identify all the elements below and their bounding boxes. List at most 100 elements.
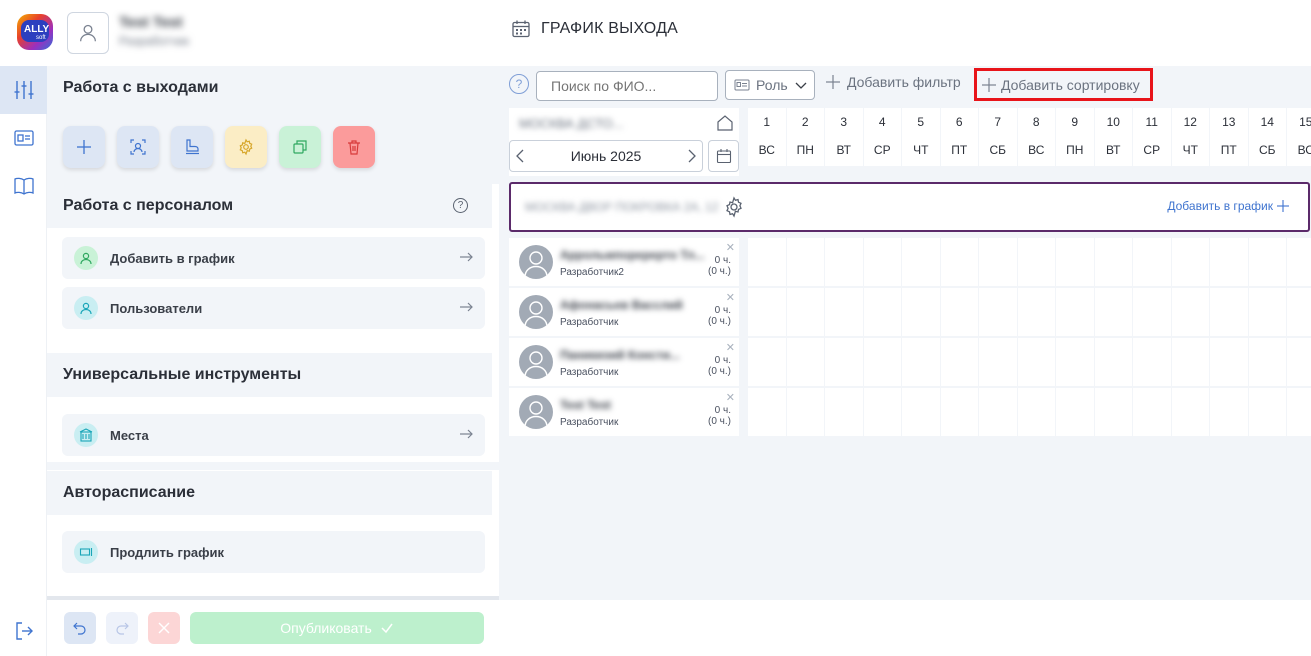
schedule-cell[interactable] (902, 388, 941, 436)
schedule-cell[interactable] (748, 338, 787, 386)
close-icon[interactable]: ✕ (726, 391, 735, 404)
add-to-schedule-link[interactable]: Добавить в график (1167, 199, 1290, 213)
schedule-cell[interactable] (1171, 338, 1210, 386)
schedule-cell[interactable] (1287, 238, 1311, 286)
schedule-cell[interactable] (979, 388, 1018, 436)
schedule-cell[interactable] (1017, 338, 1056, 386)
schedule-cell[interactable] (1133, 238, 1172, 286)
close-icon[interactable]: ✕ (726, 341, 735, 354)
user-avatar[interactable] (67, 12, 109, 54)
schedule-cell[interactable] (786, 288, 825, 336)
employee-row[interactable]: Аррольмпоререрто Тл... Разработчик2 ✕ 0 ч.(… (509, 238, 739, 286)
select-people-button[interactable] (117, 126, 159, 168)
day-column-header[interactable]: 11 СР (1133, 108, 1172, 166)
schedule-cell[interactable] (940, 338, 979, 386)
schedule-cell[interactable] (902, 288, 941, 336)
schedule-cell[interactable] (1287, 388, 1311, 436)
chevron-right-icon[interactable] (684, 148, 698, 164)
search-input[interactable] (536, 71, 718, 101)
day-column-header[interactable]: 15 ВС (1287, 108, 1311, 166)
schedule-cell[interactable] (979, 288, 1018, 336)
day-column-header[interactable]: 12 ЧТ (1171, 108, 1210, 166)
chevron-left-icon[interactable] (514, 148, 528, 164)
schedule-cell[interactable] (1133, 388, 1172, 436)
schedule-cell[interactable] (825, 388, 864, 436)
day-column-header[interactable]: 10 ВТ (1094, 108, 1133, 166)
schedule-cell[interactable] (902, 238, 941, 286)
add-exit-button[interactable] (63, 126, 105, 168)
schedule-cell[interactable] (1171, 388, 1210, 436)
cancel-button[interactable] (148, 612, 180, 644)
schedule-cell[interactable] (979, 238, 1018, 286)
schedule-cell[interactable] (1287, 288, 1311, 336)
day-column-header[interactable]: 2 ПН (786, 108, 825, 166)
day-column-header[interactable]: 13 ПТ (1210, 108, 1249, 166)
schedule-cell[interactable] (1017, 288, 1056, 336)
schedule-cell[interactable] (1248, 338, 1287, 386)
places-item[interactable]: Места (62, 414, 485, 456)
schedule-cell[interactable] (1171, 238, 1210, 286)
schedule-cell[interactable] (825, 338, 864, 386)
schedule-cell[interactable] (863, 238, 902, 286)
schedule-cell[interactable] (786, 238, 825, 286)
day-column-header[interactable]: 14 СБ (1248, 108, 1287, 166)
schedule-cell[interactable] (940, 288, 979, 336)
employee-row[interactable]: Афонасьев Васслий Разработчик ✕ 0 ч. (0 ч.) (509, 288, 739, 336)
add-sort-button[interactable]: Добавить сортировку (974, 68, 1153, 101)
publish-button[interactable]: Опубликовать (190, 612, 484, 644)
schedule-cell[interactable] (1210, 388, 1249, 436)
schedule-cell[interactable] (863, 388, 902, 436)
day-column-header[interactable]: 7 СБ (979, 108, 1018, 166)
schedule-cell[interactable] (1056, 288, 1095, 336)
schedule-cell[interactable] (863, 288, 902, 336)
schedule-cell[interactable] (902, 338, 941, 386)
schedule-cell[interactable] (1056, 388, 1095, 436)
schedule-cell[interactable] (786, 338, 825, 386)
schedule-cell[interactable] (940, 388, 979, 436)
schedule-cell[interactable] (1248, 388, 1287, 436)
role-filter-dropdown[interactable]: Роль (725, 70, 815, 100)
rail-settings-sliders[interactable] (0, 66, 47, 114)
undo-button[interactable] (64, 612, 96, 644)
schedule-cell[interactable] (1056, 338, 1095, 386)
schedule-cell[interactable] (979, 338, 1018, 386)
close-icon[interactable]: ✕ (726, 241, 735, 254)
schedule-cell[interactable] (1133, 288, 1172, 336)
schedule-cell[interactable] (1210, 288, 1249, 336)
schedule-cell[interactable] (1094, 388, 1133, 436)
rail-book[interactable] (0, 162, 47, 210)
day-column-header[interactable]: 4 СР (863, 108, 902, 166)
calendar-picker-button[interactable] (708, 140, 739, 172)
schedule-cell[interactable] (1210, 238, 1249, 286)
schedule-cell[interactable] (1171, 288, 1210, 336)
schedule-cell[interactable] (825, 238, 864, 286)
schedule-cell[interactable] (825, 288, 864, 336)
schedule-cell[interactable] (1094, 338, 1133, 386)
users-item[interactable]: Пользователи (62, 287, 485, 329)
schedule-cell[interactable] (940, 238, 979, 286)
employee-row[interactable]: Test Test Разработчик ✕ 0 ч. (0 ч.) (509, 388, 739, 436)
day-column-header[interactable]: 6 ПТ (940, 108, 979, 166)
schedule-cell[interactable] (1248, 288, 1287, 336)
question-circle-icon[interactable]: ? (453, 198, 468, 213)
schedule-cell[interactable] (1287, 338, 1311, 386)
schedule-cell[interactable] (1133, 338, 1172, 386)
delete-button[interactable] (333, 126, 375, 168)
app-logo[interactable]: ALLY soft (15, 12, 55, 52)
logout-button[interactable] (0, 616, 47, 646)
schedule-cell[interactable] (1094, 238, 1133, 286)
schedule-cell[interactable] (748, 288, 787, 336)
redo-button[interactable] (106, 612, 138, 644)
day-column-header[interactable]: 8 ВС (1017, 108, 1056, 166)
schedule-cell[interactable] (748, 388, 787, 436)
copy-button[interactable] (279, 126, 321, 168)
day-column-header[interactable]: 1 ВС (748, 108, 787, 166)
schedule-cell[interactable] (1056, 238, 1095, 286)
rail-id-card[interactable] (0, 114, 47, 162)
add-to-schedule-item[interactable]: Добавить в график (62, 237, 485, 279)
home-icon[interactable] (716, 114, 734, 132)
settings-tool-button[interactable] (225, 126, 267, 168)
schedule-cell[interactable] (786, 388, 825, 436)
close-icon[interactable]: ✕ (726, 291, 735, 304)
schedule-cell[interactable] (1210, 338, 1249, 386)
